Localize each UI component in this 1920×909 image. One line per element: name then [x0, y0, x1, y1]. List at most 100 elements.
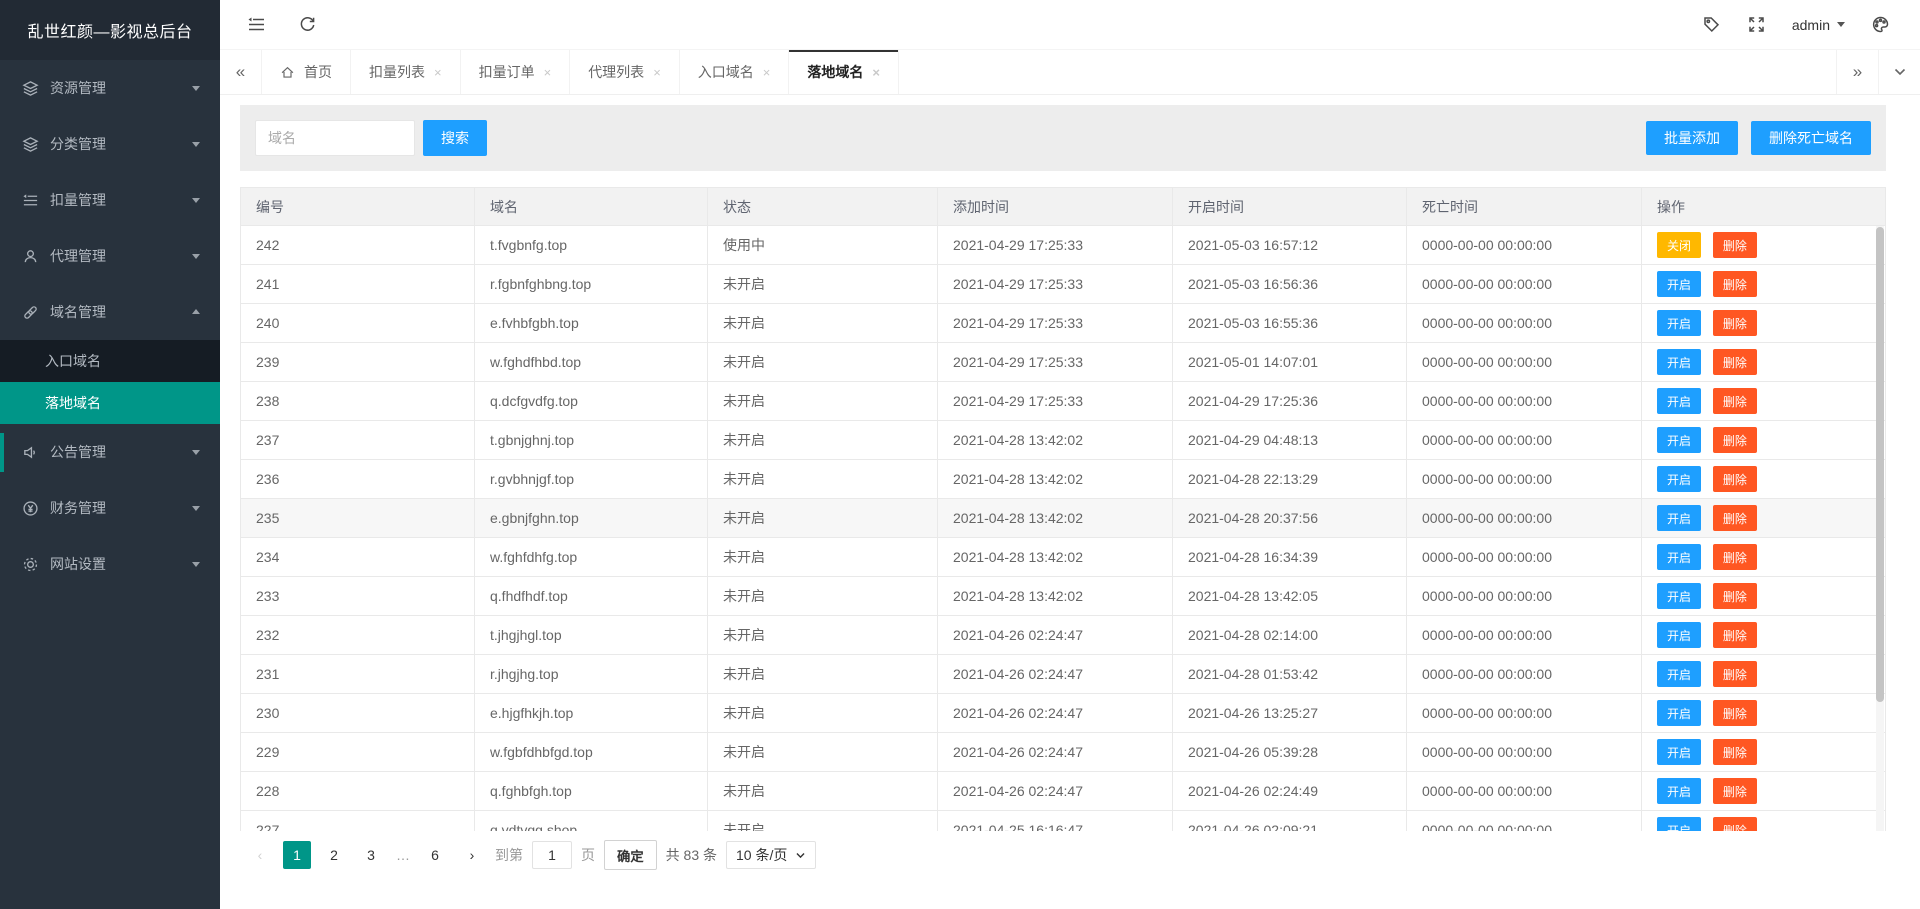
tab-home[interactable]: 首页	[262, 50, 351, 94]
tab-entry-domains[interactable]: 入口域名 ×	[679, 50, 790, 94]
delete-button[interactable]: 删除	[1712, 778, 1757, 804]
cell-actions: 开启 删除	[1641, 264, 1886, 304]
delete-dead-domains-button[interactable]: 删除死亡域名	[1751, 121, 1871, 155]
tag-icon[interactable]	[1702, 15, 1721, 34]
tabs-scroll-right-button[interactable]: »	[1836, 50, 1878, 94]
prev-page-button[interactable]: ‹	[246, 841, 274, 869]
toggle-button[interactable]: 开启	[1657, 700, 1702, 726]
sidebar-item-entry-domains[interactable]: 入口域名	[0, 340, 220, 382]
page-button-6[interactable]: 6	[421, 841, 449, 869]
delete-button[interactable]: 删除	[1712, 232, 1757, 258]
sidebar-item-deduction[interactable]: 扣量管理	[0, 172, 220, 228]
tab-deduction-orders[interactable]: 扣量订单 ×	[460, 50, 571, 94]
page-size-select[interactable]: 10 条/页	[726, 841, 817, 869]
toggle-button[interactable]: 开启	[1657, 739, 1702, 765]
page-button-1[interactable]: 1	[283, 841, 311, 869]
sidebar-item-agents[interactable]: 代理管理	[0, 228, 220, 284]
toggle-button[interactable]: 开启	[1657, 271, 1702, 297]
close-icon[interactable]: ×	[653, 65, 661, 80]
cell-status: 未开启	[707, 732, 938, 772]
search-input[interactable]	[255, 120, 415, 156]
delete-button[interactable]: 删除	[1712, 505, 1757, 531]
sidebar-item-resources[interactable]: 资源管理	[0, 60, 220, 116]
delete-button[interactable]: 删除	[1712, 583, 1757, 609]
toggle-button[interactable]: 开启	[1657, 466, 1702, 492]
submenu-item-label: 入口域名	[45, 353, 101, 369]
search-button[interactable]: 搜索	[423, 120, 487, 156]
cell-died: 0000-00-00 00:00:00	[1406, 576, 1642, 616]
toggle-button[interactable]: 开启	[1657, 778, 1702, 804]
chevron-down-icon	[1894, 68, 1905, 76]
close-icon[interactable]: ×	[763, 65, 771, 80]
table-scrollbar[interactable]	[1876, 226, 1884, 831]
fullscreen-icon[interactable]	[1747, 15, 1766, 34]
user-menu[interactable]: admin	[1792, 17, 1845, 33]
sidebar-item-finance[interactable]: 财务管理	[0, 480, 220, 536]
cell-opened: 2021-05-03 16:55:36	[1172, 303, 1407, 343]
toggle-button[interactable]: 开启	[1657, 427, 1702, 453]
toggle-button[interactable]: 开启	[1657, 388, 1702, 414]
delete-button[interactable]: 删除	[1712, 466, 1757, 492]
sidebar-item-categories[interactable]: 分类管理	[0, 116, 220, 172]
table-row: 238 q.dcfgvdfg.top 未开启 2021-04-29 17:25:…	[240, 381, 1886, 421]
cell-id: 238	[240, 381, 475, 421]
toggle-button[interactable]: 开启	[1657, 583, 1702, 609]
cell-domain: e.hjgfhkjh.top	[474, 693, 708, 733]
username: admin	[1791, 16, 1830, 33]
delete-button[interactable]: 删除	[1712, 700, 1757, 726]
cell-added: 2021-04-26 02:24:47	[937, 693, 1173, 733]
tabs-menu-button[interactable]	[1878, 50, 1920, 94]
sidebar-item-announcements[interactable]: 公告管理	[0, 424, 220, 480]
delete-button[interactable]: 删除	[1712, 622, 1757, 648]
toggle-button[interactable]: 开启	[1657, 661, 1702, 687]
close-icon[interactable]: ×	[434, 65, 442, 80]
cell-status: 使用中	[707, 225, 938, 265]
page-button-2[interactable]: 2	[320, 841, 348, 869]
close-icon[interactable]: ×	[544, 65, 552, 80]
table-row: 242 t.fvgbnfg.top 使用中 2021-04-29 17:25:3…	[240, 225, 1886, 265]
tab-landing-domains[interactable]: 落地域名 ×	[789, 50, 899, 94]
delete-button[interactable]: 删除	[1712, 661, 1757, 687]
tab-agent-list[interactable]: 代理列表 ×	[570, 50, 680, 94]
collapse-sidebar-icon[interactable]	[247, 15, 266, 34]
toggle-button[interactable]: 开启	[1657, 349, 1702, 375]
toggle-button[interactable]: 开启	[1657, 817, 1702, 831]
goto-page-input[interactable]	[532, 841, 572, 869]
sidebar-item-landing-domains[interactable]: 落地域名	[0, 382, 220, 424]
page-button-3[interactable]: 3	[357, 841, 385, 869]
delete-button[interactable]: 删除	[1712, 271, 1757, 297]
sidebar-item-domains[interactable]: 域名管理	[0, 284, 220, 340]
goto-confirm-button[interactable]: 确定	[604, 840, 657, 870]
toggle-button[interactable]: 开启	[1657, 505, 1702, 531]
table-scrollbar-thumb[interactable]	[1876, 227, 1884, 702]
delete-button[interactable]: 删除	[1712, 739, 1757, 765]
toggle-button[interactable]: 关闭	[1657, 232, 1702, 258]
yen-icon	[22, 500, 39, 517]
main-content: 搜索 批量添加 删除死亡域名 编号 域名 状态 添加时间 开启时间 死亡时间 操…	[220, 95, 1920, 879]
delete-button[interactable]: 删除	[1712, 310, 1757, 336]
cell-added: 2021-04-26 02:24:47	[937, 771, 1173, 811]
close-icon[interactable]: ×	[872, 65, 880, 80]
sidebar-item-site-settings[interactable]: 网站设置	[0, 536, 220, 592]
tab-deduction-list[interactable]: 扣量列表 ×	[351, 50, 461, 94]
delete-button[interactable]: 删除	[1712, 427, 1757, 453]
cell-opened: 2021-04-28 02:14:00	[1172, 615, 1407, 655]
delete-button[interactable]: 删除	[1712, 817, 1757, 831]
cell-added: 2021-04-28 13:42:02	[937, 498, 1173, 538]
toggle-button[interactable]: 开启	[1657, 544, 1702, 570]
cell-domain: q.dcfgvdfg.top	[474, 381, 708, 421]
refresh-icon[interactable]	[298, 15, 317, 34]
cell-died: 0000-00-00 00:00:00	[1406, 459, 1642, 499]
cell-opened: 2021-04-26 02:24:49	[1172, 771, 1407, 811]
next-page-button[interactable]: ›	[458, 841, 486, 869]
tabs-scroll-left-button[interactable]: «	[220, 50, 262, 94]
sidebar-scrollbar[interactable]	[0, 433, 4, 472]
delete-button[interactable]: 删除	[1712, 349, 1757, 375]
cell-opened: 2021-04-28 22:13:29	[1172, 459, 1407, 499]
theme-palette-icon[interactable]	[1871, 15, 1890, 34]
toggle-button[interactable]: 开启	[1657, 622, 1702, 648]
toggle-button[interactable]: 开启	[1657, 310, 1702, 336]
delete-button[interactable]: 删除	[1712, 544, 1757, 570]
batch-add-button[interactable]: 批量添加	[1646, 121, 1738, 155]
delete-button[interactable]: 删除	[1712, 388, 1757, 414]
